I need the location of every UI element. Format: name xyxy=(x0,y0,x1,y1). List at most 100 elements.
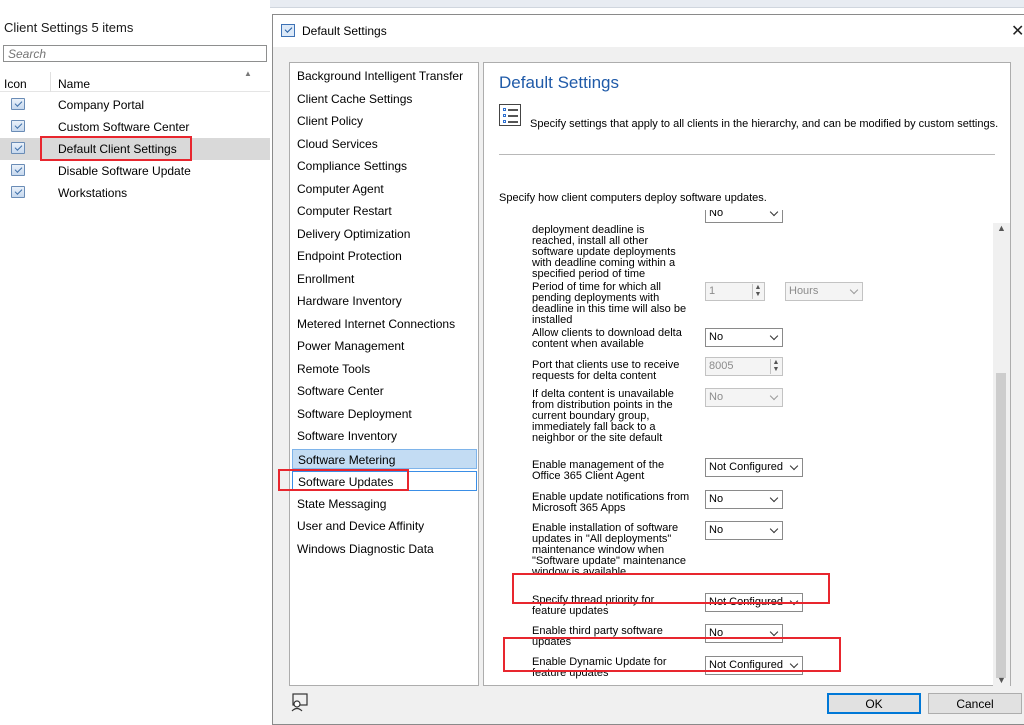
nav-item-background-intelligent-transfer[interactable]: Background Intelligent Transfer xyxy=(292,66,477,86)
spin-value: 1 xyxy=(709,285,716,297)
nav-item-cloud-services[interactable]: Cloud Services xyxy=(292,134,477,154)
nav-item-endpoint-protection[interactable]: Endpoint Protection xyxy=(292,246,477,266)
scroll-up-icon[interactable]: ▲ xyxy=(997,223,1006,233)
spin-arrows-icon[interactable]: ▲ ▼ xyxy=(752,284,763,299)
item-count: 5 items xyxy=(91,20,134,35)
list-item[interactable]: Disable Software Update xyxy=(0,160,270,182)
column-header-name[interactable]: Name xyxy=(58,77,90,91)
maintenance-window-select[interactable]: No xyxy=(705,521,783,540)
nav-item-client-cache-settings[interactable]: Client Cache Settings xyxy=(292,89,477,109)
list-item[interactable]: Workstations xyxy=(0,182,270,204)
period-unit-select[interactable]: Hours xyxy=(785,282,863,301)
select-value: No xyxy=(709,391,724,403)
nav-item-state-messaging[interactable]: State Messaging xyxy=(292,494,477,514)
client-settings-pane: Client Settings 5 items Icon Name ▲ Comp… xyxy=(0,0,270,725)
sort-ascending-icon: ▲ xyxy=(244,69,252,78)
list-item-label: Company Portal xyxy=(58,98,145,112)
spin-arrows-icon[interactable]: ▲ ▼ xyxy=(770,359,781,374)
delta-fallback-select[interactable]: No xyxy=(705,388,783,407)
chevron-down-icon xyxy=(769,331,779,341)
scroll-down-icon[interactable]: ▼ xyxy=(997,675,1006,685)
column-header-icon[interactable]: Icon xyxy=(4,77,27,91)
list-item[interactable]: Company Portal xyxy=(0,94,270,116)
dialog-titlebar: Default Settings ✕ xyxy=(273,15,1024,47)
list-header: Icon Name ▲ xyxy=(0,66,270,92)
highlight-annotation xyxy=(278,469,409,491)
feedback-icon[interactable] xyxy=(289,692,309,712)
spin-value: 8005 xyxy=(709,360,734,372)
nav-item-software-center[interactable]: Software Center xyxy=(292,381,477,401)
setting-label: deployment deadline is reached, install … xyxy=(532,224,676,280)
nav-item-computer-restart[interactable]: Computer Restart xyxy=(292,201,477,221)
nav-item-metered-internet-connections[interactable]: Metered Internet Connections xyxy=(292,314,477,334)
list-item-label: Workstations xyxy=(58,186,128,200)
nav-item-windows-diagnostic-data[interactable]: Windows Diagnostic Data xyxy=(292,539,477,559)
nav-item-hardware-inventory[interactable]: Hardware Inventory xyxy=(292,291,477,311)
nav-item-power-management[interactable]: Power Management xyxy=(292,336,477,356)
client-settings-icon xyxy=(11,142,25,154)
client-settings-icon xyxy=(281,24,295,37)
select-value: No xyxy=(709,210,724,219)
panel-subheading: Specify how client computers deploy soft… xyxy=(499,192,767,204)
cancel-button[interactable]: Cancel xyxy=(928,693,1022,714)
nav-item-enrollment[interactable]: Enrollment xyxy=(292,269,477,289)
nav-item-software-metering[interactable]: Software Metering xyxy=(292,448,477,469)
chevron-down-icon xyxy=(849,285,859,295)
nav-item-client-policy[interactable]: Client Policy xyxy=(292,111,477,131)
vertical-scrollbar[interactable]: ▲ ▼ xyxy=(993,223,1010,686)
nav-item-computer-agent[interactable]: Computer Agent xyxy=(292,179,477,199)
default-settings-dialog: Default Settings ✕ Background Intelligen… xyxy=(272,14,1024,725)
settings-scroll-area: deployment deadline is reached, install … xyxy=(500,210,990,686)
dialog-title: Default Settings xyxy=(302,24,387,38)
setting-label: If delta content is unavailable from dis… xyxy=(532,388,674,444)
nav-item-remote-tools[interactable]: Remote Tools xyxy=(292,359,477,379)
list-item-label: Disable Software Update xyxy=(58,164,191,178)
list-item[interactable]: Custom Software Center xyxy=(0,116,270,138)
highlight-annotation xyxy=(40,136,192,161)
scrollbar-thumb[interactable] xyxy=(996,373,1006,678)
settings-checklist-icon xyxy=(499,104,521,126)
highlight-annotation xyxy=(503,637,841,672)
setting-label: Enable management of the Office 365 Clie… xyxy=(532,459,665,482)
select-value: Hours xyxy=(789,285,819,297)
chevron-down-icon xyxy=(769,391,779,401)
pane-title: Client Settings xyxy=(4,20,88,35)
client-settings-icon xyxy=(11,186,25,198)
delta-port-spinbox[interactable]: 8005 ▲ ▼ xyxy=(705,357,783,376)
settings-nav-list: Background Intelligent Transfer Client C… xyxy=(289,62,479,686)
panel-separator xyxy=(499,154,995,155)
column-divider[interactable] xyxy=(50,72,51,92)
close-icon[interactable]: ✕ xyxy=(1011,21,1024,41)
panel-heading: Default Settings xyxy=(499,73,620,92)
nav-item-user-and-device-affinity[interactable]: User and Device Affinity xyxy=(292,516,477,536)
client-settings-header: Client Settings 5 items xyxy=(4,20,133,35)
setting-label: Port that clients use to receive request… xyxy=(532,359,680,382)
nav-item-compliance-settings[interactable]: Compliance Settings xyxy=(292,156,477,176)
highlight-annotation xyxy=(512,573,830,604)
setting-label: Period of time for which all pending dep… xyxy=(532,281,687,326)
chevron-down-icon xyxy=(769,210,779,217)
period-spinbox[interactable]: 1 ▲ ▼ xyxy=(705,282,765,301)
nav-item-software-inventory[interactable]: Software Inventory xyxy=(292,426,477,446)
select-value: No xyxy=(709,493,724,505)
search-input[interactable] xyxy=(3,45,267,62)
chevron-down-icon xyxy=(789,461,799,471)
client-settings-icon xyxy=(11,98,25,110)
setting-label: Enable installation of software updates … xyxy=(532,522,686,578)
nav-item-software-deployment[interactable]: Software Deployment xyxy=(292,404,477,424)
nav-item-delivery-optimization[interactable]: Delivery Optimization xyxy=(292,224,477,244)
list-item-label: Custom Software Center xyxy=(58,120,190,134)
select-value: Not Configured xyxy=(709,461,783,473)
setting-label: Allow clients to download delta content … xyxy=(532,327,682,350)
setting-value-select[interactable]: No xyxy=(705,210,783,223)
chevron-down-icon xyxy=(769,493,779,503)
select-value: No xyxy=(709,331,724,343)
chevron-down-icon xyxy=(769,627,779,637)
delta-content-select[interactable]: No xyxy=(705,328,783,347)
setting-label: Enable update notifications from Microso… xyxy=(532,491,690,514)
ok-button[interactable]: OK xyxy=(827,693,921,714)
chevron-down-icon xyxy=(769,524,779,534)
m365-notifications-select[interactable]: No xyxy=(705,490,783,509)
office365-agent-select[interactable]: Not Configured xyxy=(705,458,803,477)
select-value: No xyxy=(709,524,724,536)
